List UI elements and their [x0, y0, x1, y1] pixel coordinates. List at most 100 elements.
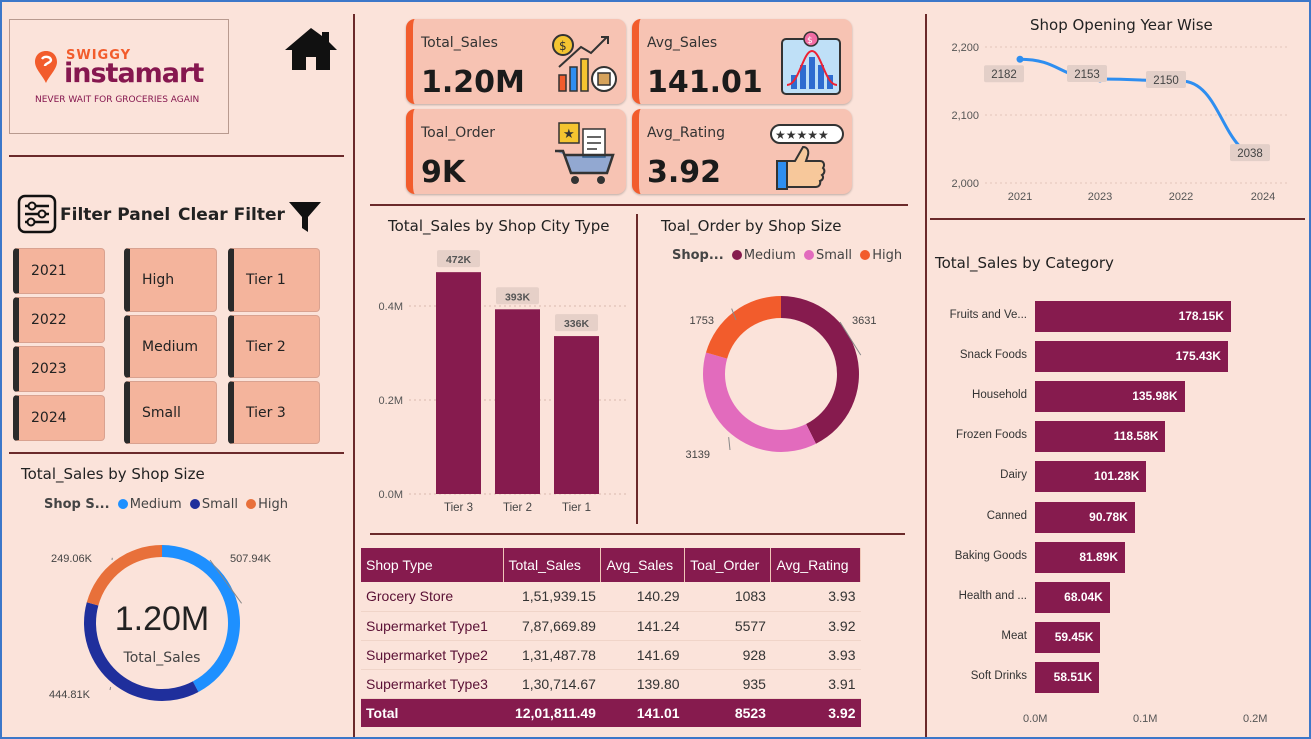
filter-panel-label: Filter Panel: [60, 205, 171, 225]
data-label: 507.94K: [230, 553, 272, 565]
kpi-value: 141.01: [647, 65, 763, 100]
x-tick-label: 0.2M: [1243, 713, 1268, 725]
kpi-label: Avg_Rating: [647, 125, 726, 141]
x-tick-label: 2023: [1088, 191, 1112, 203]
series-line: [1019, 57, 1264, 159]
chart-legend: Shop... Medium Small High: [672, 248, 902, 263]
table-row: Supermarket Type3 1,30,714.67 139.80 935 3.9…: [361, 669, 861, 699]
swiggy-pin-icon: [35, 51, 57, 83]
donut-slice[interactable]: [781, 296, 860, 444]
data-label: 2150: [1153, 75, 1179, 87]
legend-item: Medium: [743, 248, 796, 263]
donut-slice[interactable]: [86, 545, 162, 606]
x-tick-label: Tier 2: [503, 502, 532, 514]
x-tick-label: 0.0M: [1023, 713, 1048, 725]
chart-title: Shop Opening Year Wise: [1030, 16, 1213, 34]
slicer-size-medium[interactable]: Medium: [124, 315, 217, 378]
y-tick-label: Health and ...: [958, 589, 1027, 602]
slicer-year-2021[interactable]: 2021: [13, 248, 105, 294]
slicer-tier-1[interactable]: Tier 1: [228, 248, 320, 312]
table-header[interactable]: Shop Type: [361, 548, 504, 582]
data-label: 1753: [690, 315, 714, 327]
bar[interactable]: 81.89K: [1035, 541, 1126, 573]
y-tick-label: 2,200: [951, 42, 979, 54]
bar[interactable]: 175.43K: [1035, 341, 1228, 373]
data-label: 2153: [1074, 69, 1100, 81]
chart-title: Total_Sales by Shop Size: [21, 465, 205, 483]
data-label: 2038: [1237, 148, 1263, 160]
bar[interactable]: 68.04K: [1035, 581, 1110, 613]
table-total-row: Total 12,01,811.49 141.01 8523 3.92: [361, 698, 861, 727]
table-header[interactable]: Total_Sales: [503, 548, 602, 582]
bar[interactable]: 90.78K: [1035, 501, 1135, 533]
x-tick-label: 0.1M: [1133, 713, 1158, 725]
svg-text:$: $: [807, 36, 813, 46]
bar[interactable]: 118.58K: [1035, 421, 1166, 453]
slicer-year-2022[interactable]: 2022: [13, 297, 105, 343]
slicer-tier-2[interactable]: Tier 2: [228, 315, 320, 378]
slicer-size-small[interactable]: Small: [124, 381, 217, 444]
table-header[interactable]: Avg_Sales: [600, 548, 686, 582]
data-point[interactable]: [1016, 55, 1024, 63]
table-header[interactable]: Avg_Rating: [770, 548, 861, 582]
bar[interactable]: 59.45K: [1035, 621, 1101, 653]
leader-line: [109, 686, 112, 691]
shopping-cart-icon: ★: [555, 122, 615, 184]
funnel-icon[interactable]: [287, 199, 323, 235]
kpi-card-avg-sales: Avg_Sales 141.01 $: [632, 19, 852, 104]
bar[interactable]: [495, 309, 540, 494]
kpi-value: 1.20M: [421, 65, 525, 100]
y-tick-label: Meat: [1001, 629, 1027, 642]
x-tick-label: 2021: [1008, 191, 1032, 203]
donut-slice[interactable]: [706, 296, 781, 359]
kpi-value: 3.92: [647, 155, 722, 190]
kpi-label: Avg_Sales: [647, 35, 718, 51]
slicer-tier-3[interactable]: Tier 3: [228, 381, 320, 444]
slicer-year-2023[interactable]: 2023: [13, 346, 105, 392]
y-tick-label: Fruits and Ve...: [949, 309, 1027, 321]
y-tick-label: Dairy: [1000, 469, 1027, 482]
donut-slice[interactable]: [703, 352, 816, 452]
legend-title: Shop S...: [44, 497, 110, 512]
bar[interactable]: 101.28K: [1035, 461, 1147, 493]
data-label: 3139: [686, 449, 710, 461]
kpi-card-avg-rating: Avg_Rating 3.92 ★★★★★: [632, 109, 852, 194]
bar[interactable]: [554, 336, 599, 494]
chart-title: Total_Sales by Shop City Type: [388, 217, 610, 235]
legend-title: Shop...: [672, 248, 724, 263]
donut-chart-orders: 3631 3139 1753: [686, 296, 876, 461]
y-tick-label: 2,000: [951, 178, 979, 190]
slicer-year-2024[interactable]: 2024: [13, 395, 105, 441]
chart-legend: Shop S... Medium Small High: [44, 497, 288, 512]
legend-item: Medium: [129, 497, 182, 512]
data-label: 336K: [564, 318, 590, 330]
legend-item: Small: [815, 248, 853, 263]
y-tick-label: Soft Drinks: [970, 669, 1027, 682]
bar[interactable]: 58.51K: [1035, 661, 1100, 693]
x-tick-label: Tier 3: [444, 502, 473, 514]
legend-item: High: [872, 248, 903, 263]
table-header[interactable]: Toal_Order: [684, 548, 772, 582]
home-icon[interactable]: [283, 26, 339, 72]
bar[interactable]: 178.15K: [1035, 301, 1231, 332]
y-tick-label: Canned: [986, 509, 1027, 522]
donut-center-label: Total_Sales: [123, 650, 201, 666]
slicer-size-high[interactable]: High: [124, 248, 217, 312]
kpi-card-total-order: Toal_Order 9K ★: [406, 109, 626, 194]
legend-item: Small: [201, 497, 238, 512]
y-tick-label: Frozen Foods: [956, 429, 1027, 442]
filter-panel-icon[interactable]: [17, 194, 57, 234]
bar[interactable]: 135.98K: [1035, 381, 1185, 413]
brand-logo: SWIGGY instamart NEVER WAIT FOR GROCERIE…: [9, 19, 229, 134]
svg-text:★: ★: [563, 127, 575, 142]
chart-title: Total_Sales by Category: [935, 254, 1114, 272]
data-label: 472K: [446, 254, 472, 266]
table-row: Supermarket Type2 1,31,487.78 141.69 928 3.9…: [361, 640, 861, 670]
kpi-value: 9K: [421, 155, 466, 190]
data-label: 444.81K: [49, 689, 91, 701]
bar[interactable]: [436, 272, 481, 494]
x-tick-label: 2024: [1251, 191, 1275, 203]
y-tick-label: Snack Foods: [959, 349, 1027, 362]
clear-filter-button[interactable]: Clear Filter: [178, 205, 285, 225]
table-row: Grocery Store 1,51,939.15 140.29 1083 3.93: [361, 582, 861, 612]
